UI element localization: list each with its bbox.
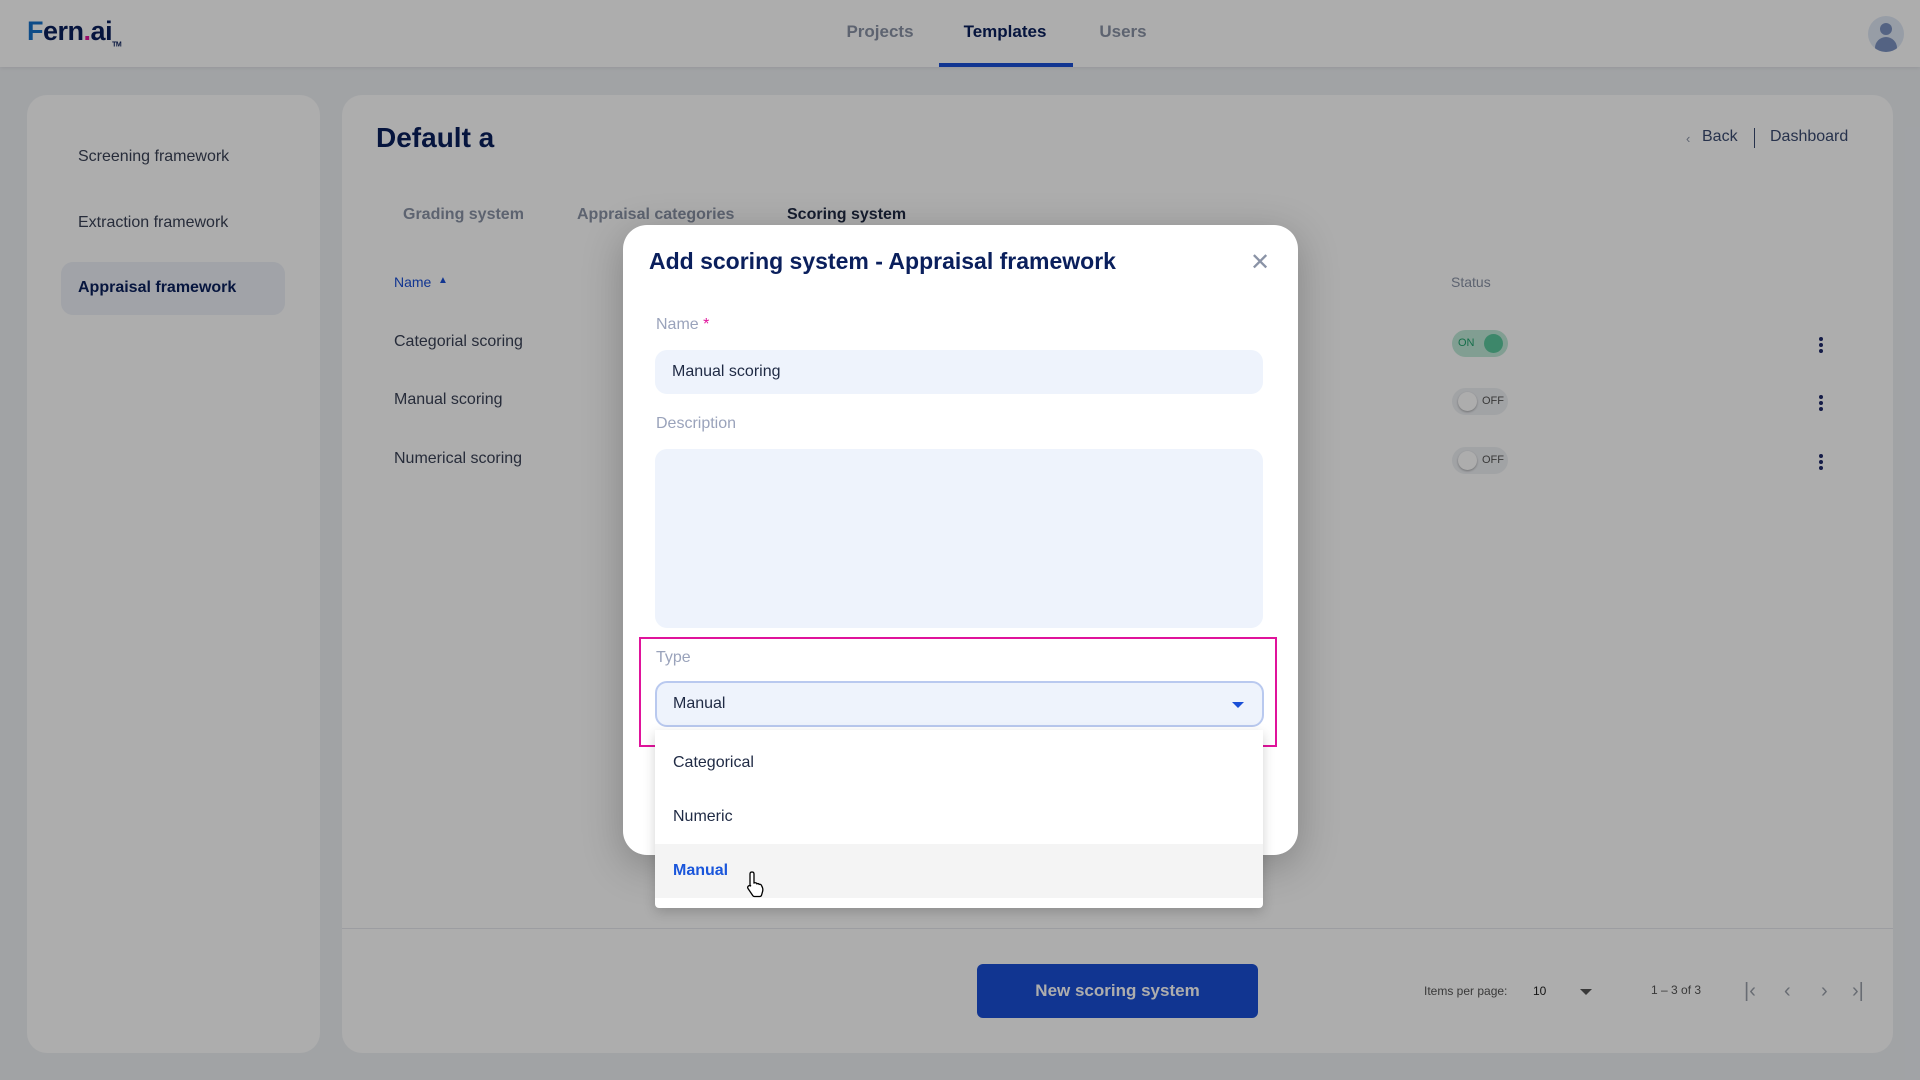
caret-down-icon: [1232, 702, 1244, 708]
name-label-text: Name: [656, 316, 699, 333]
required-mark: *: [703, 316, 710, 333]
name-label: Name *: [656, 316, 709, 334]
type-select-value: Manual: [673, 695, 726, 712]
name-input[interactable]: Manual scoring: [655, 350, 1263, 394]
dialog-title: Add scoring system - Appraisal framework: [649, 248, 1116, 274]
description-label: Description: [656, 415, 737, 432]
type-select[interactable]: Manual: [655, 681, 1264, 727]
option-categorical[interactable]: Categorical: [655, 736, 1263, 790]
description-textarea[interactable]: [655, 449, 1263, 628]
close-icon[interactable]: ✕: [1250, 248, 1270, 277]
hand-cursor-icon: [747, 871, 764, 898]
option-numeric[interactable]: Numeric: [655, 790, 1263, 844]
type-label: Type: [656, 649, 691, 666]
